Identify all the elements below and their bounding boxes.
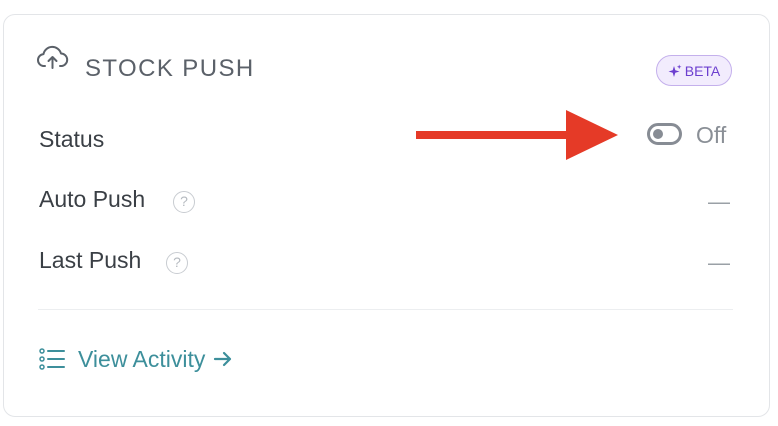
card-title: STOCK PUSH: [85, 55, 255, 82]
annotation-arrow: [416, 110, 618, 160]
auto-push-help-icon[interactable]: ?: [173, 191, 195, 213]
divider: [38, 309, 733, 310]
beta-badge: BETA: [656, 55, 732, 86]
sparkles-icon: [668, 64, 682, 77]
status-label: Status: [39, 126, 105, 152]
arrow-right-icon: [214, 351, 232, 367]
list-icon: [39, 348, 65, 370]
status-value: Off: [696, 122, 727, 148]
auto-push-value: —: [708, 189, 730, 214]
last-push-help-icon[interactable]: ?: [166, 252, 188, 274]
last-push-label: Last Push: [39, 247, 142, 273]
view-activity-label: View Activity: [78, 346, 206, 372]
last-push-value: —: [708, 250, 730, 275]
beta-badge-label: BETA: [684, 62, 721, 79]
stock-push-toggle[interactable]: [647, 123, 682, 145]
view-activity-link[interactable]: View Activity: [39, 343, 233, 375]
auto-push-label: Auto Push: [39, 186, 146, 212]
toggle-knob: [653, 129, 663, 139]
cloud-upload-icon: [37, 45, 69, 69]
